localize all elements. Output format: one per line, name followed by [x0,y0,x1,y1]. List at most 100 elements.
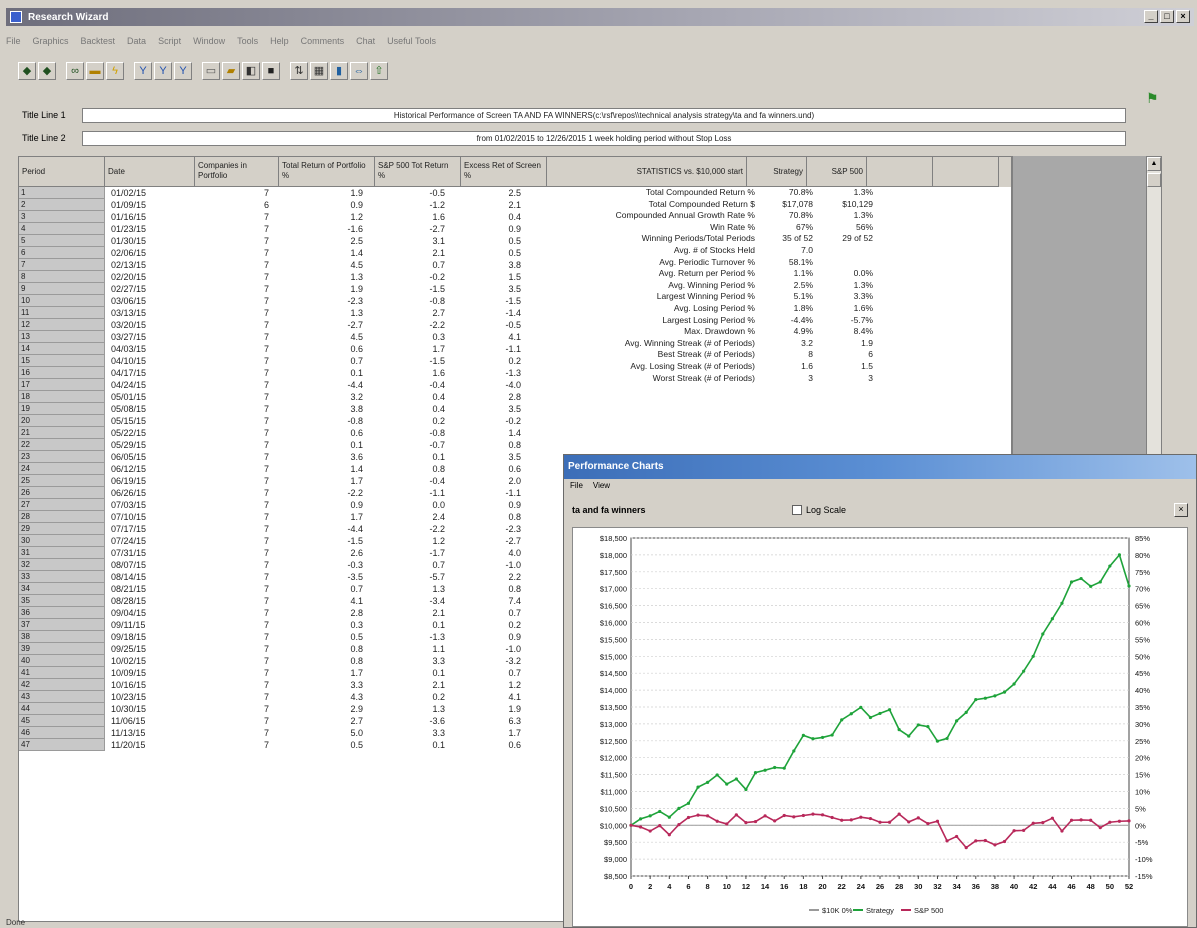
table-row[interactable]: 24 06/12/15 7 1.4 0.8 0.6 [19,463,559,475]
table-row[interactable]: 35 08/28/15 7 4.1 -3.4 7.4 [19,595,559,607]
menu-tools[interactable]: Tools [237,36,258,50]
table-row[interactable]: 21 05/22/15 7 0.6 -0.8 1.4 [19,427,559,439]
period-cell[interactable]: 40 [19,655,105,667]
table-row[interactable]: 39 09/25/15 7 0.8 1.1 -1.0 [19,643,559,655]
period-cell[interactable]: 26 [19,487,105,499]
period-cell[interactable]: 45 [19,715,105,727]
table-row[interactable]: 14 04/03/15 7 0.6 1.7 -1.1 [19,343,559,355]
col-date[interactable]: Date [105,157,195,187]
filter-icon[interactable]: Y [154,62,172,80]
table-row[interactable]: 40 10/02/15 7 0.8 3.3 -3.2 [19,655,559,667]
period-cell[interactable]: 16 [19,367,105,379]
period-cell[interactable]: 9 [19,283,105,295]
period-cell[interactable]: 31 [19,547,105,559]
table-row[interactable]: 47 11/20/15 7 0.5 0.1 0.6 [19,739,559,751]
period-cell[interactable]: 10 [19,295,105,307]
col-total-return[interactable]: Total Return of Portfolio % [279,157,375,187]
minus-icon[interactable]: ▬ [86,62,104,80]
scroll-up-icon[interactable]: ▲ [1147,157,1161,171]
table-row[interactable]: 29 07/17/15 7 -4.4 -2.2 -2.3 [19,523,559,535]
table-row[interactable]: 12 03/20/15 7 -2.7 -2.2 -0.5 [19,319,559,331]
menu-file[interactable]: File [6,36,21,50]
period-cell[interactable]: 17 [19,379,105,391]
period-cell[interactable]: 25 [19,475,105,487]
period-cell[interactable]: 38 [19,631,105,643]
period-cell[interactable]: 15 [19,355,105,367]
table-row[interactable]: 13 03/27/15 7 4.5 0.3 4.1 [19,331,559,343]
period-cell[interactable]: 14 [19,343,105,355]
period-cell[interactable]: 4 [19,223,105,235]
period-cell[interactable]: 3 [19,211,105,223]
menu-script[interactable]: Script [158,36,181,50]
title-line-1-input[interactable]: Historical Performance of Screen TA AND … [82,108,1126,123]
table-row[interactable]: 18 05/01/15 7 3.2 0.4 2.8 [19,391,559,403]
period-cell[interactable]: 20 [19,415,105,427]
table-row[interactable]: 31 07/31/15 7 2.6 -1.7 4.0 [19,547,559,559]
period-cell[interactable]: 5 [19,235,105,247]
perf-menu-view[interactable]: View [593,479,610,493]
menu-graphics[interactable]: Graphics [33,36,69,50]
table-row[interactable]: 3 01/16/15 7 1.2 1.6 0.4 [19,211,559,223]
table-row[interactable]: 19 05/08/15 7 3.8 0.4 3.5 [19,403,559,415]
open-icon[interactable]: ▰ [222,62,240,80]
table-row[interactable]: 17 04/24/15 7 -4.4 -0.4 -4.0 [19,379,559,391]
table-row[interactable]: 16 04/17/15 7 0.1 1.6 -1.3 [19,367,559,379]
table-row[interactable]: 42 10/16/15 7 3.3 2.1 1.2 [19,679,559,691]
forward-icon[interactable]: ◆ [38,62,56,80]
menu-help[interactable]: Help [270,36,289,50]
table-row[interactable]: 1 01/02/15 7 1.9 -0.5 2.5 [19,187,559,199]
period-cell[interactable]: 44 [19,703,105,715]
period-cell[interactable]: 30 [19,535,105,547]
table-row[interactable]: 15 04/10/15 7 0.7 -1.5 0.2 [19,355,559,367]
chart-icon[interactable]: ▮ [330,62,348,80]
period-cell[interactable]: 6 [19,247,105,259]
col-sp500[interactable]: S&P 500 [807,157,867,187]
table-row[interactable]: 11 03/13/15 7 1.3 2.7 -1.4 [19,307,559,319]
table-row[interactable]: 9 02/27/15 7 1.9 -1.5 3.5 [19,283,559,295]
table-row[interactable]: 5 01/30/15 7 2.5 3.1 0.5 [19,235,559,247]
period-cell[interactable]: 37 [19,619,105,631]
table-row[interactable]: 7 02/13/15 7 4.5 0.7 3.8 [19,259,559,271]
period-cell[interactable]: 28 [19,511,105,523]
table-row[interactable]: 30 07/24/15 7 -1.5 1.2 -2.7 [19,535,559,547]
back-icon[interactable]: ◆ [18,62,36,80]
table-row[interactable]: 46 11/13/15 7 5.0 3.3 1.7 [19,727,559,739]
flag-icon[interactable]: ⚑ [1146,90,1159,107]
table-row[interactable]: 43 10/23/15 7 4.3 0.2 4.1 [19,691,559,703]
scroll-thumb[interactable] [1147,173,1161,187]
period-cell[interactable]: 46 [19,727,105,739]
table-row[interactable]: 34 08/21/15 7 0.7 1.3 0.8 [19,583,559,595]
vertical-scrollbar[interactable]: ▲ [1146,156,1162,456]
menu-comments[interactable]: Comments [301,36,345,50]
col-period[interactable]: Period [19,157,105,187]
save-icon[interactable]: ■ [262,62,280,80]
binoculars-icon[interactable]: ∞ [66,62,84,80]
table-row[interactable]: 28 07/10/15 7 1.7 2.4 0.8 [19,511,559,523]
perf-menu-file[interactable]: File [570,479,583,493]
maximize-button[interactable]: □ [1160,10,1174,23]
col-excess-return[interactable]: Excess Ret of Screen % [461,157,547,187]
export-icon[interactable]: ⇧ [370,62,388,80]
period-cell[interactable]: 39 [19,643,105,655]
table-row[interactable]: 45 11/06/15 7 2.7 -3.6 6.3 [19,715,559,727]
menu-window[interactable]: Window [193,36,225,50]
pivot-icon[interactable]: ⇅ [290,62,308,80]
grid-icon[interactable]: ▦ [310,62,328,80]
period-cell[interactable]: 11 [19,307,105,319]
table-row[interactable]: 44 10/30/15 7 2.9 1.3 1.9 [19,703,559,715]
table-row[interactable]: 22 05/29/15 7 0.1 -0.7 0.8 [19,439,559,451]
period-cell[interactable]: 35 [19,595,105,607]
table-row[interactable]: 32 08/07/15 7 -0.3 0.7 -1.0 [19,559,559,571]
col-companies[interactable]: Companies in Portfolio [195,157,279,187]
table-row[interactable]: 6 02/06/15 7 1.4 2.1 0.5 [19,247,559,259]
new-icon[interactable]: ▭ [202,62,220,80]
period-cell[interactable]: 42 [19,679,105,691]
chart-close-icon[interactable]: × [1174,503,1188,517]
menu-backtest[interactable]: Backtest [81,36,116,50]
table-row[interactable]: 41 10/09/15 7 1.7 0.1 0.7 [19,667,559,679]
period-cell[interactable]: 18 [19,391,105,403]
period-cell[interactable]: 12 [19,319,105,331]
table-row[interactable]: 8 02/20/15 7 1.3 -0.2 1.5 [19,271,559,283]
lightning-icon[interactable]: ϟ [106,62,124,80]
table-row[interactable]: 38 09/18/15 7 0.5 -1.3 0.9 [19,631,559,643]
